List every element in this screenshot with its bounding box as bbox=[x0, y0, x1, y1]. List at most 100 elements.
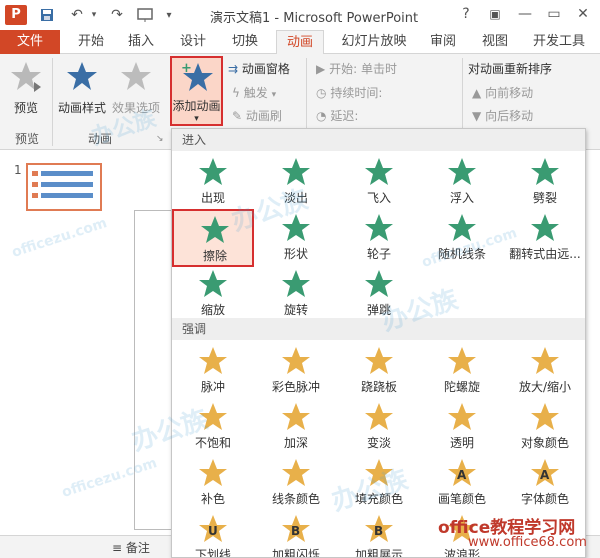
animation-effect-emphasis[interactable]: B 加粗展示 bbox=[338, 510, 420, 557]
animation-styles-label: 动画样式 bbox=[57, 101, 106, 115]
animation-styles-button[interactable]: 动画样式 bbox=[56, 58, 108, 122]
save-icon[interactable] bbox=[36, 5, 58, 25]
animation-effect-emphasis[interactable]: 彩色脉冲 bbox=[255, 342, 337, 400]
animation-effect-emphasis[interactable]: 线条颜色 bbox=[255, 454, 337, 512]
animation-effect-entrance[interactable]: 飞入 bbox=[338, 153, 420, 211]
start-from-beginning-icon[interactable] bbox=[134, 5, 158, 25]
effect-label: 脉冲 bbox=[200, 380, 225, 394]
animation-effect-emphasis[interactable]: 补色 bbox=[172, 454, 254, 512]
animation-effect-emphasis[interactable]: A 画笔颜色 bbox=[421, 454, 503, 512]
animation-effect-entrance[interactable]: 浮入 bbox=[421, 153, 503, 211]
effect-label: 淡出 bbox=[283, 191, 308, 205]
ribbon-display-options-icon[interactable]: ▣ bbox=[484, 4, 506, 24]
animation-effect-emphasis[interactable]: 陀螺旋 bbox=[421, 342, 503, 400]
animation-effect-emphasis[interactable]: 对象颜色 bbox=[504, 398, 585, 456]
window-title: 演示文稿1 - Microsoft PowerPoint bbox=[210, 11, 419, 26]
close-icon[interactable]: ✕ bbox=[572, 4, 594, 24]
tab-design[interactable]: 设计 bbox=[170, 30, 216, 54]
effect-options-button[interactable]: 效果选项 bbox=[110, 58, 162, 122]
animation-effect-emphasis[interactable]: 脉冲 bbox=[172, 342, 254, 400]
animation-effect-emphasis[interactable]: 放大/缩小 bbox=[504, 342, 585, 400]
minimize-icon[interactable]: — bbox=[514, 4, 536, 24]
animation-effect-entrance[interactable]: 随机线条 bbox=[421, 209, 503, 267]
effect-label: 跷跷板 bbox=[360, 380, 397, 394]
svg-text:+: + bbox=[181, 61, 192, 76]
add-animation-button[interactable]: + 添加动画 ▾ bbox=[170, 56, 223, 126]
duration-field[interactable]: ◷ 持续时间: bbox=[316, 84, 382, 101]
animation-effect-entrance[interactable]: 劈裂 bbox=[504, 153, 585, 211]
animation-effect-entrance[interactable]: 弹跳 bbox=[338, 265, 420, 323]
effect-label: 线条颜色 bbox=[271, 492, 320, 506]
effect-label: 形状 bbox=[283, 247, 308, 261]
effect-label: 画笔颜色 bbox=[437, 492, 486, 506]
effect-options-label: 效果选项 bbox=[111, 101, 160, 115]
tab-file[interactable]: 文件 bbox=[0, 30, 60, 54]
tab-transitions[interactable]: 切换 bbox=[222, 30, 268, 54]
site-brand-url: www.office68.com bbox=[468, 535, 587, 550]
animation-painter-icon: ✎ bbox=[232, 109, 243, 123]
undo-icon[interactable]: ↶ bbox=[66, 5, 88, 25]
notes-label: 备注 bbox=[125, 541, 150, 555]
animation-effect-emphasis[interactable]: A 字体颜色 bbox=[504, 454, 585, 512]
animation-group-launcher-icon[interactable]: ↘ bbox=[156, 134, 164, 144]
section-entrance: 进入 bbox=[172, 129, 585, 151]
tab-view[interactable]: 视图 bbox=[472, 30, 518, 54]
restore-icon[interactable]: ▭ bbox=[543, 4, 565, 24]
animation-effect-entrance[interactable]: 旋转 bbox=[255, 265, 337, 323]
animation-effect-entrance[interactable]: 淡出 bbox=[255, 153, 337, 211]
animation-painter-button[interactable]: ✎ 动画刷 bbox=[232, 107, 282, 124]
effect-label: 飞入 bbox=[366, 191, 391, 205]
trigger-label: 触发 bbox=[243, 86, 268, 100]
notes-button[interactable]: ≡ 备注 bbox=[112, 539, 150, 556]
notes-icon: ≡ bbox=[112, 541, 123, 555]
animation-effect-emphasis[interactable]: 跷跷板 bbox=[338, 342, 420, 400]
effect-label: 放大/缩小 bbox=[518, 380, 572, 394]
effect-label: 轮子 bbox=[366, 247, 391, 261]
move-later-button[interactable]: ▼ 向后移动 bbox=[472, 107, 533, 124]
animation-effect-emphasis[interactable]: U 下划线 bbox=[172, 510, 254, 557]
start-field[interactable]: ▶ 开始: 单击时 bbox=[316, 60, 411, 77]
help-icon[interactable]: ? bbox=[455, 4, 477, 24]
section-emphasis: 强调 bbox=[172, 318, 585, 340]
slide-canvas[interactable] bbox=[134, 210, 174, 530]
animation-effect-entrance[interactable]: 翻转式由远... bbox=[504, 209, 585, 267]
move-earlier-button[interactable]: ▲ 向前移动 bbox=[472, 84, 533, 101]
animation-effect-emphasis[interactable]: 加深 bbox=[255, 398, 337, 456]
animation-painter-label: 动画刷 bbox=[245, 109, 282, 123]
animation-effect-entrance[interactable]: 出现 bbox=[172, 153, 254, 211]
animation-effect-emphasis[interactable]: B 加粗闪烁 bbox=[255, 510, 337, 557]
tab-slideshow[interactable]: 幻灯片放映 bbox=[334, 30, 414, 54]
effect-label: 透明 bbox=[449, 436, 474, 450]
tab-home[interactable]: 开始 bbox=[68, 30, 114, 54]
tab-developer[interactable]: 开发工具 bbox=[526, 30, 592, 54]
animation-effect-emphasis[interactable]: 透明 bbox=[421, 398, 503, 456]
animation-effect-entrance[interactable]: 形状 bbox=[255, 209, 337, 267]
animation-effect-emphasis[interactable]: 不饱和 bbox=[172, 398, 254, 456]
animation-pane-label: 动画窗格 bbox=[241, 62, 290, 76]
delay-field[interactable]: ◔ 延迟: bbox=[316, 107, 358, 124]
preview-button[interactable]: 预览 bbox=[6, 58, 46, 122]
customize-qat-icon[interactable]: ▾ bbox=[162, 5, 176, 25]
effect-label: 下划线 bbox=[194, 548, 231, 558]
tab-insert[interactable]: 插入 bbox=[118, 30, 164, 54]
undo-dropdown-icon[interactable]: ▾ bbox=[88, 5, 100, 25]
slide-number: 1 bbox=[14, 163, 22, 177]
animation-effect-entrance[interactable]: 轮子 bbox=[338, 209, 420, 267]
start-icon: ▶ bbox=[316, 62, 326, 76]
animation-effect-emphasis[interactable]: 填充颜色 bbox=[338, 454, 420, 512]
animation-effect-emphasis[interactable]: 变淡 bbox=[338, 398, 420, 456]
add-animation-dropdown-icon: ▾ bbox=[194, 114, 199, 124]
animation-effect-entrance[interactable]: 缩放 bbox=[172, 265, 254, 323]
tab-animations[interactable]: 动画 bbox=[276, 30, 324, 55]
trigger-button[interactable]: ϟ 触发 ▾ bbox=[232, 84, 276, 101]
redo-icon[interactable]: ↷ bbox=[106, 5, 128, 25]
move-earlier-label: 向前移动 bbox=[485, 86, 534, 100]
animation-pane-button[interactable]: ⇉ 动画窗格 bbox=[228, 60, 290, 77]
ribbon-tabs: 文件 开始 插入 设计 切换 动画 幻灯片放映 审阅 视图 开发工具 bbox=[0, 30, 600, 55]
tab-review[interactable]: 审阅 bbox=[420, 30, 466, 54]
effect-label: 浮入 bbox=[449, 191, 474, 205]
down-arrow-icon: ▼ bbox=[472, 109, 482, 123]
slide-thumbnail[interactable] bbox=[26, 163, 102, 211]
animation-effect-entrance[interactable]: 擦除 bbox=[172, 209, 254, 267]
trigger-icon: ϟ bbox=[232, 86, 240, 100]
